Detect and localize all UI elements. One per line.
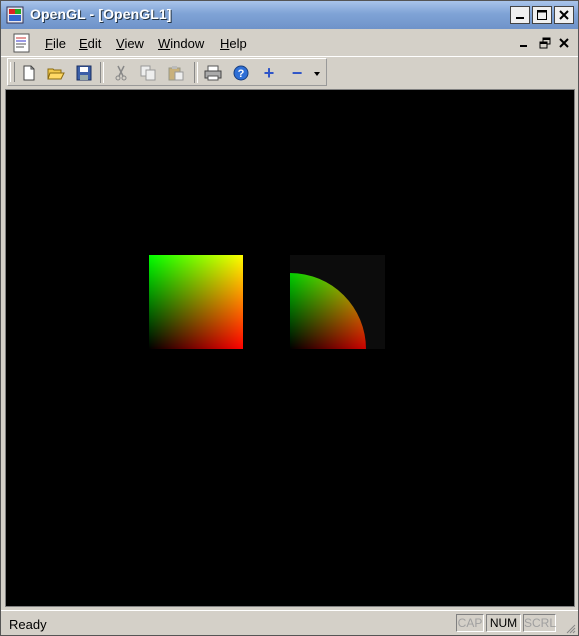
help-icon: ? [233, 65, 249, 81]
status-text: Ready [9, 617, 47, 632]
copy-icon [140, 65, 156, 81]
menu-file[interactable]: File [45, 36, 66, 51]
menu-view[interactable]: View [116, 36, 144, 51]
resize-grip-icon[interactable] [564, 622, 576, 634]
minimize-button[interactable] [510, 6, 530, 24]
print-button[interactable] [202, 62, 224, 84]
opengl-viewport[interactable] [5, 89, 575, 607]
zoom-out-icon: − [291, 62, 303, 83]
title-bar[interactable]: OpenGL - [OpenGL1] [1, 1, 578, 29]
open-button[interactable] [45, 62, 67, 84]
close-icon [559, 10, 569, 20]
maximize-icon [537, 10, 547, 20]
minimize-icon [520, 45, 527, 47]
print-icon [204, 65, 222, 81]
maximize-button[interactable] [532, 6, 552, 24]
new-button[interactable] [18, 62, 40, 84]
caps-lock-indicator: CAP [456, 614, 484, 632]
mdi-minimize-button[interactable] [516, 36, 532, 50]
mdi-close-button[interactable] [556, 36, 572, 50]
copy-button[interactable] [137, 62, 159, 84]
menu-bar: File Edit View Window Help [1, 30, 578, 57]
paste-icon [168, 66, 184, 81]
document-system-menu-icon[interactable] [11, 32, 33, 54]
open-icon [47, 68, 65, 80]
help-button[interactable]: ? [230, 62, 252, 84]
zoom-in-icon: + [263, 62, 275, 83]
new-icon [23, 65, 35, 81]
save-icon [76, 65, 92, 81]
mdi-restore-button[interactable] [537, 36, 553, 50]
svg-text:?: ? [238, 68, 245, 80]
scroll-lock-indicator: SCRL [523, 614, 557, 632]
close-icon [559, 38, 569, 48]
opengl-app-icon[interactable] [6, 6, 24, 24]
num-lock-indicator: NUM [486, 614, 521, 632]
window-title: OpenGL - [OpenGL1] [30, 6, 172, 22]
standard-toolbar: ? + − [7, 58, 327, 86]
toolbar-separator [194, 62, 198, 83]
zoom-in-button[interactable]: + [258, 62, 280, 84]
menu-help[interactable]: Help [220, 36, 247, 51]
gradient-square [149, 255, 243, 349]
menu-window[interactable]: Window [158, 36, 204, 51]
chevron-down-icon [314, 72, 320, 76]
toolbar-grip[interactable] [10, 62, 15, 82]
toolbar-overflow-button[interactable] [310, 62, 324, 84]
toolbar-separator [100, 62, 104, 83]
minimize-icon [516, 17, 524, 19]
save-button[interactable] [73, 62, 95, 84]
restore-icon [539, 37, 551, 49]
paste-button[interactable] [165, 62, 187, 84]
close-button[interactable] [554, 6, 574, 24]
menu-edit[interactable]: Edit [79, 36, 101, 51]
application-window: OpenGL - [OpenGL1] File Edit View Window… [0, 0, 579, 636]
cut-button[interactable] [110, 62, 132, 84]
gradient-quarter-disc [290, 255, 385, 349]
zoom-out-button[interactable]: − [286, 62, 308, 84]
opengl-canvas [149, 255, 385, 349]
status-bar: Ready CAP NUM SCRL [1, 610, 578, 635]
cut-icon [115, 65, 127, 81]
